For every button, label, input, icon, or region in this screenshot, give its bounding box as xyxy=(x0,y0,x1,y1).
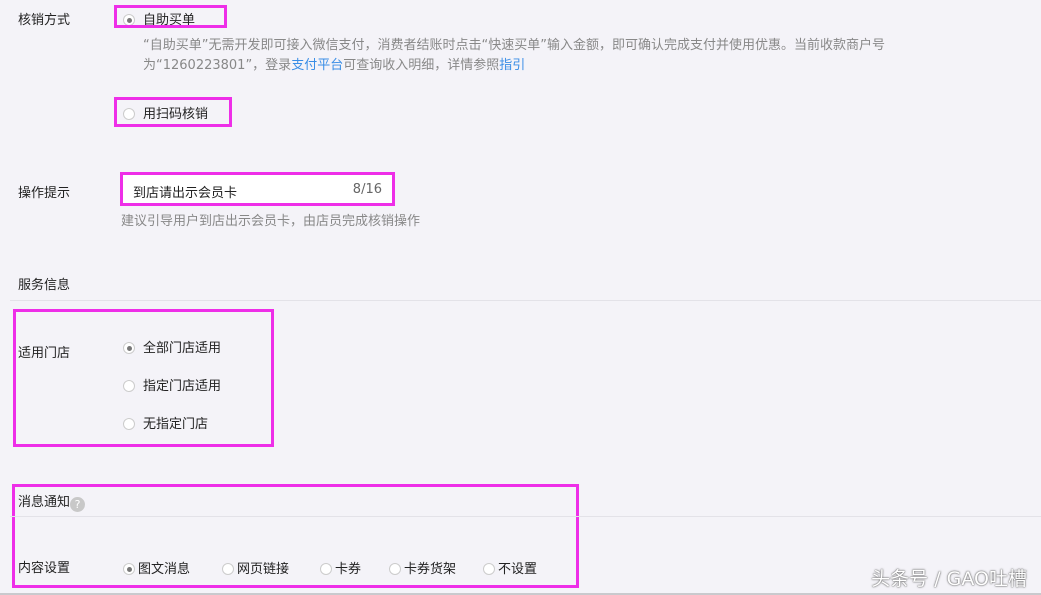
divider xyxy=(10,516,1041,517)
service-title: 服务信息 xyxy=(18,274,70,293)
radio-icon xyxy=(123,563,135,575)
tip-hint: 建议引导用户到店出示会员卡，由店员完成核销操作 xyxy=(121,212,420,232)
self-checkout-description: “自助买单”无需开发即可接入微信支付，消费者结账时点击“快速买单”输入金额，即可… xyxy=(143,36,1038,76)
store-label: 适用门店 xyxy=(18,342,70,361)
notify-title: 消息通知? xyxy=(18,491,85,512)
option-label: 网页链接 xyxy=(237,562,289,577)
guide-link[interactable]: 指引 xyxy=(499,58,525,73)
verify-method-label: 核销方式 xyxy=(18,9,70,28)
radio-all-stores[interactable]: 全部门店适用 xyxy=(123,337,221,356)
tip-input-value: 到店请出示会员卡 xyxy=(133,182,237,201)
radio-icon xyxy=(483,563,495,575)
radio-news[interactable]: 图文消息 xyxy=(123,558,190,577)
radio-icon xyxy=(123,380,135,392)
radio-coupon[interactable]: 卡券 xyxy=(320,558,361,577)
char-count: 8/16 xyxy=(353,182,382,197)
option-label: 卡券货架 xyxy=(404,562,456,577)
radio-icon xyxy=(123,418,135,430)
help-icon[interactable]: ? xyxy=(70,497,85,512)
radio-web-link[interactable]: 网页链接 xyxy=(222,558,289,577)
radio-icon xyxy=(222,563,234,575)
pay-platform-link[interactable]: 支付平台 xyxy=(291,58,343,73)
highlight-box xyxy=(114,97,232,127)
option-label: 无指定门店 xyxy=(143,417,208,432)
radio-coupon-shelf[interactable]: 卡券货架 xyxy=(389,558,456,577)
content-label: 内容设置 xyxy=(18,557,70,576)
radio-none[interactable]: 不设置 xyxy=(483,558,537,577)
option-label: 图文消息 xyxy=(138,562,190,577)
highlight-box xyxy=(114,5,227,28)
tip-label: 操作提示 xyxy=(18,182,70,201)
radio-no-store[interactable]: 无指定门店 xyxy=(123,413,208,432)
divider xyxy=(10,300,1041,301)
option-label: 全部门店适用 xyxy=(143,341,221,356)
radio-icon xyxy=(389,563,401,575)
tip-input[interactable]: 到店请出示会员卡 8/16 xyxy=(120,172,395,206)
radio-specific-stores[interactable]: 指定门店适用 xyxy=(123,375,221,394)
option-label: 卡券 xyxy=(335,562,361,577)
option-label: 不设置 xyxy=(498,562,537,577)
watermark: 头条号 / GAO吐槽 xyxy=(871,564,1027,591)
radio-icon xyxy=(320,563,332,575)
option-label: 指定门店适用 xyxy=(143,379,221,394)
radio-icon xyxy=(123,342,135,354)
